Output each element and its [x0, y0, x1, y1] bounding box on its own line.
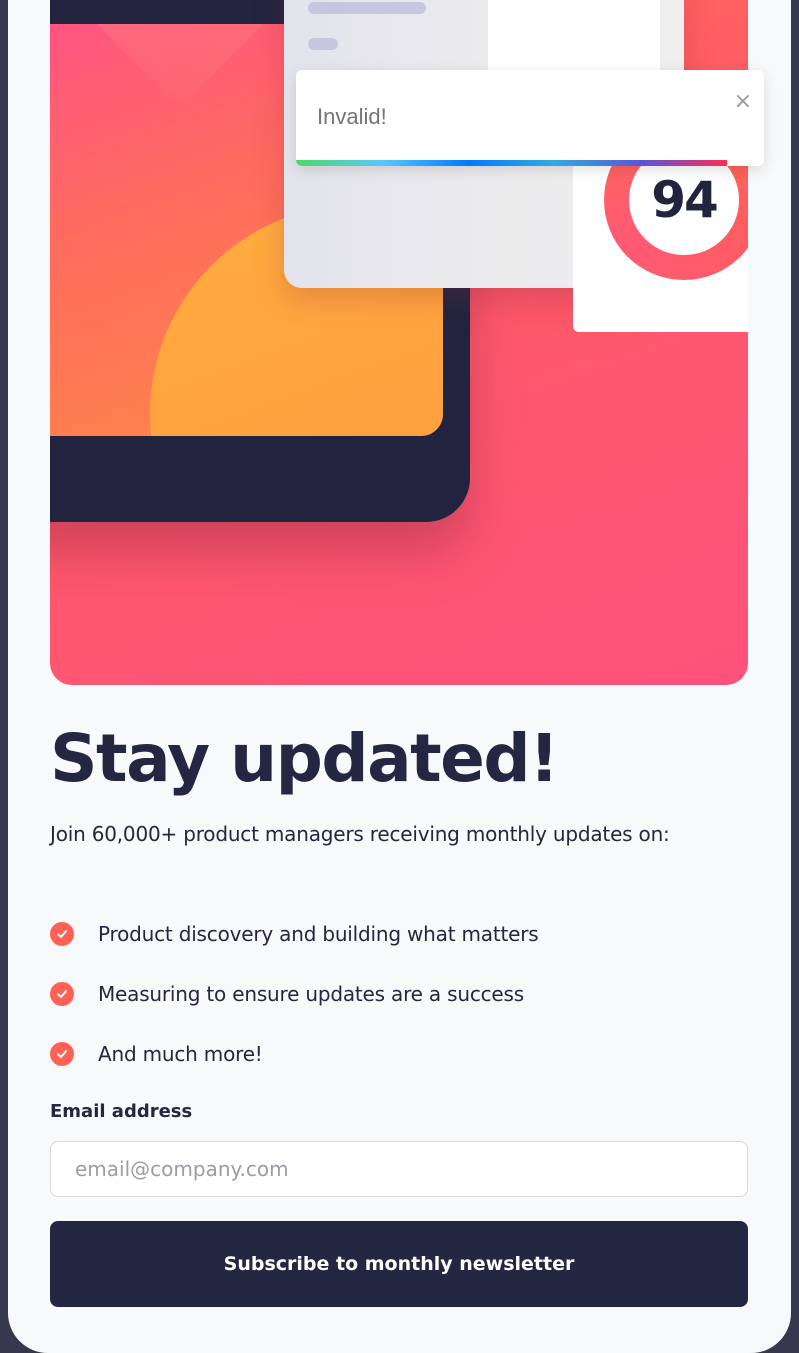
list-item: And much more! — [50, 1024, 538, 1084]
close-icon[interactable]: × — [734, 87, 752, 117]
feature-text: Measuring to ensure updates are a succes… — [98, 982, 524, 1006]
email-label: Email address — [50, 1101, 193, 1122]
list-item: Measuring to ensure updates are a succes… — [50, 964, 538, 1024]
list-item: Product discovery and building what matt… — [50, 904, 539, 964]
check-icon — [50, 922, 74, 946]
feature-list: Product discovery and building what matt… — [50, 904, 539, 1084]
page-title: Stay updated! — [50, 720, 559, 797]
intro-text: Join 60,000+ product managers receiving … — [50, 822, 670, 846]
subscribe-button[interactable]: Subscribe to monthly newsletter — [50, 1221, 748, 1307]
error-toast: Invalid! × — [296, 70, 764, 166]
check-icon — [50, 982, 74, 1006]
feature-text: And much more! — [98, 1042, 263, 1066]
toast-message: Invalid! — [317, 104, 387, 129]
signup-card: 94 Stay updated! Join 60,000+ product ma… — [8, 0, 791, 1353]
email-field[interactable] — [50, 1141, 748, 1197]
check-icon — [50, 1042, 74, 1066]
feature-text: Product discovery and building what matt… — [98, 922, 539, 946]
toast-progress-bar — [296, 160, 727, 166]
